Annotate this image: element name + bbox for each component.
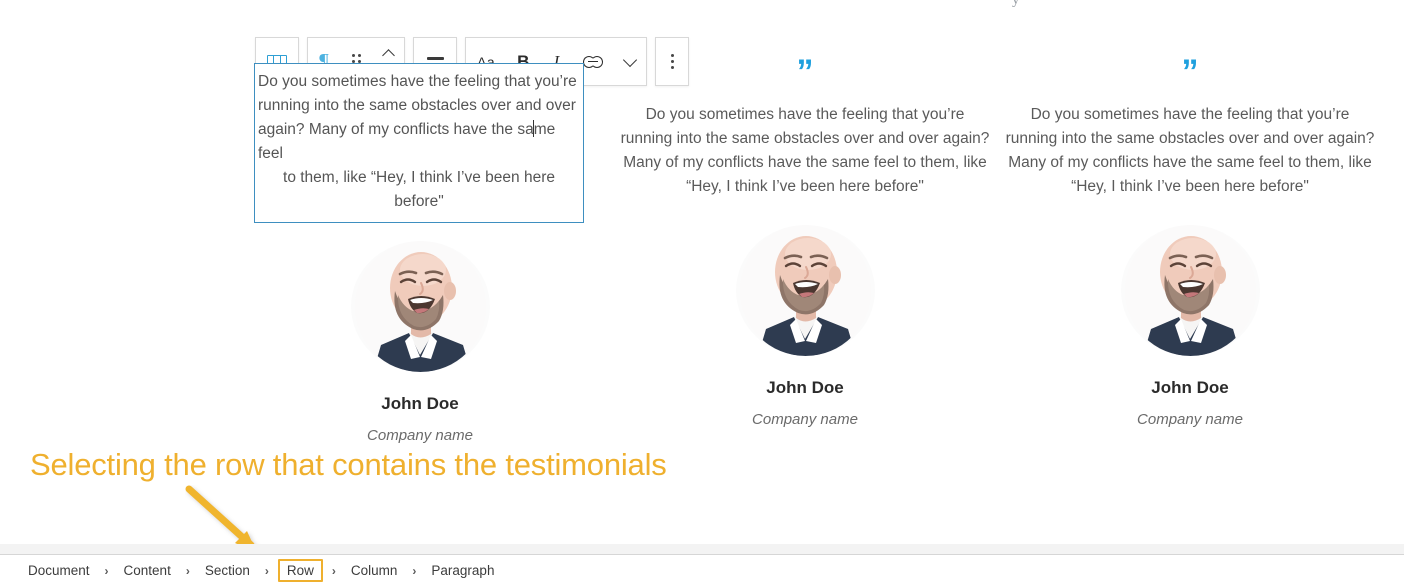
breadcrumb-item-column[interactable]: Column: [345, 560, 404, 581]
breadcrumb-separator: ›: [412, 563, 417, 578]
person-company: Company name: [1137, 411, 1243, 428]
quote-line-3: again? Many of my conflicts have the sam…: [258, 118, 580, 166]
quote-icon: ”: [796, 53, 814, 91]
quote-line-1: Do you sometimes have the feeling that y…: [258, 73, 577, 90]
avatar: [1120, 225, 1260, 356]
person-company: Company name: [367, 427, 473, 444]
avatar-wrapper-3: [995, 225, 1385, 356]
person-company: Company name: [752, 411, 858, 428]
breadcrumb-item-document[interactable]: Document: [22, 560, 96, 581]
page-root: y ¶ Aa B I Do you sometimes have the fee…: [0, 0, 1404, 586]
breadcrumb-separator: ›: [264, 563, 269, 578]
breadcrumb: Document › Content › Section › Row › Col…: [0, 554, 1404, 586]
top-partial-glyph: y: [1012, 0, 1020, 8]
testimonial-quote-2[interactable]: Do you sometimes have the feeling that y…: [610, 97, 1000, 207]
person-name: John Doe: [766, 378, 844, 397]
annotation-text: Selecting the row that contains the test…: [30, 447, 667, 482]
avatar: [350, 241, 490, 372]
testimonial-column-2[interactable]: ” Do you sometimes have the feeling that…: [610, 55, 1000, 428]
avatar-wrapper-2: [610, 225, 1000, 356]
breadcrumb-item-paragraph[interactable]: Paragraph: [425, 560, 500, 581]
avatar-wrapper-1: [225, 241, 615, 372]
breadcrumb-separator: ›: [185, 563, 190, 578]
testimonial-quote-3[interactable]: Do you sometimes have the feeling that y…: [995, 97, 1385, 207]
testimonial-column-3[interactable]: ” Do you sometimes have the feeling that…: [995, 55, 1385, 428]
quote-line-2: running into the same obstacles over and…: [258, 97, 576, 114]
bottom-strip: [0, 544, 1404, 554]
avatar: [735, 225, 875, 356]
quote-line-4: to them, like “Hey, I think I’ve been he…: [283, 169, 555, 186]
person-name: John Doe: [381, 394, 459, 413]
quote-line-3-before-caret: again? Many of my conflicts have the sa: [258, 121, 534, 138]
breadcrumb-separator: ›: [104, 563, 109, 578]
breadcrumb-separator: ›: [331, 563, 336, 578]
quote-line-5: before": [394, 193, 444, 210]
breadcrumb-item-section[interactable]: Section: [199, 560, 256, 581]
breadcrumb-item-content[interactable]: Content: [118, 560, 177, 581]
testimonial-column-1[interactable]: Do you sometimes have the feeling that y…: [225, 55, 615, 444]
person-name: John Doe: [1151, 378, 1229, 397]
quote-icon: ”: [1181, 53, 1199, 91]
breadcrumb-item-row[interactable]: Row: [277, 559, 323, 582]
testimonial-quote-1[interactable]: Do you sometimes have the feeling that y…: [254, 63, 584, 223]
